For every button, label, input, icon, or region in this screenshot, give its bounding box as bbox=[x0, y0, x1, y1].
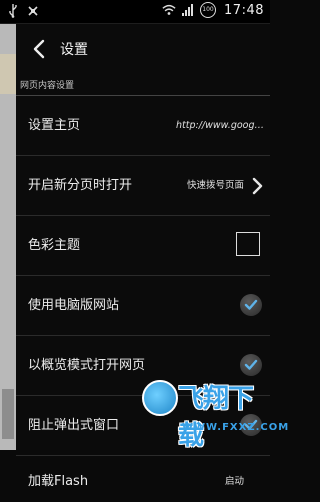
title-bar: 设置 bbox=[16, 24, 270, 74]
checkmark-icon[interactable] bbox=[240, 354, 262, 376]
setting-label: 以概览模式打开网页 bbox=[28, 358, 146, 373]
setting-value: http://www.google.c... bbox=[176, 120, 266, 131]
setting-value: 快速拨号页面 bbox=[186, 180, 244, 191]
chevron-right-icon bbox=[252, 177, 263, 195]
setting-label: 色彩主题 bbox=[28, 238, 81, 253]
settings-panel: 设置 网页内容设置 设置主页 http://www.google.c... 开启… bbox=[16, 24, 270, 489]
setting-value: 启动 bbox=[224, 476, 244, 487]
status-bar: 100 17:48 bbox=[0, 0, 270, 24]
setting-overview-mode[interactable]: 以概览模式打开网页 bbox=[16, 336, 270, 396]
setting-new-tab[interactable]: 开启新分页时打开 快速拨号页面 bbox=[16, 156, 270, 216]
setting-load-flash[interactable]: 加载Flash 启动 bbox=[16, 456, 270, 496]
signal-icon bbox=[181, 3, 195, 17]
background-browser-edge bbox=[0, 24, 16, 450]
page-title: 设置 bbox=[60, 42, 88, 58]
setting-label: 开启新分页时打开 bbox=[28, 178, 133, 193]
checkbox-unchecked[interactable] bbox=[236, 232, 260, 256]
wifi-icon bbox=[162, 3, 176, 17]
checkmark-icon[interactable] bbox=[240, 294, 262, 316]
setting-label: 阻止弹出式窗口 bbox=[28, 418, 120, 433]
checkmark-icon[interactable] bbox=[240, 414, 262, 436]
debug-icon bbox=[26, 4, 40, 18]
usb-icon bbox=[6, 4, 20, 18]
setting-label: 加载Flash bbox=[28, 474, 89, 489]
setting-block-popups[interactable]: 阻止弹出式窗口 bbox=[16, 396, 270, 456]
clock: 17:48 bbox=[224, 2, 264, 18]
setting-label: 使用电脑版网站 bbox=[28, 298, 120, 313]
chevron-left-icon bbox=[33, 39, 45, 59]
setting-desktop-site[interactable]: 使用电脑版网站 bbox=[16, 276, 270, 336]
setting-label: 设置主页 bbox=[28, 118, 81, 133]
setting-color-theme[interactable]: 色彩主题 bbox=[16, 216, 270, 276]
settings-list: 设置主页 http://www.google.c... 开启新分页时打开 快速拨… bbox=[16, 96, 270, 496]
back-button[interactable] bbox=[24, 34, 54, 64]
section-header: 网页内容设置 bbox=[16, 78, 270, 96]
setting-homepage[interactable]: 设置主页 http://www.google.c... bbox=[16, 96, 270, 156]
battery-icon: 100 bbox=[200, 2, 217, 18]
